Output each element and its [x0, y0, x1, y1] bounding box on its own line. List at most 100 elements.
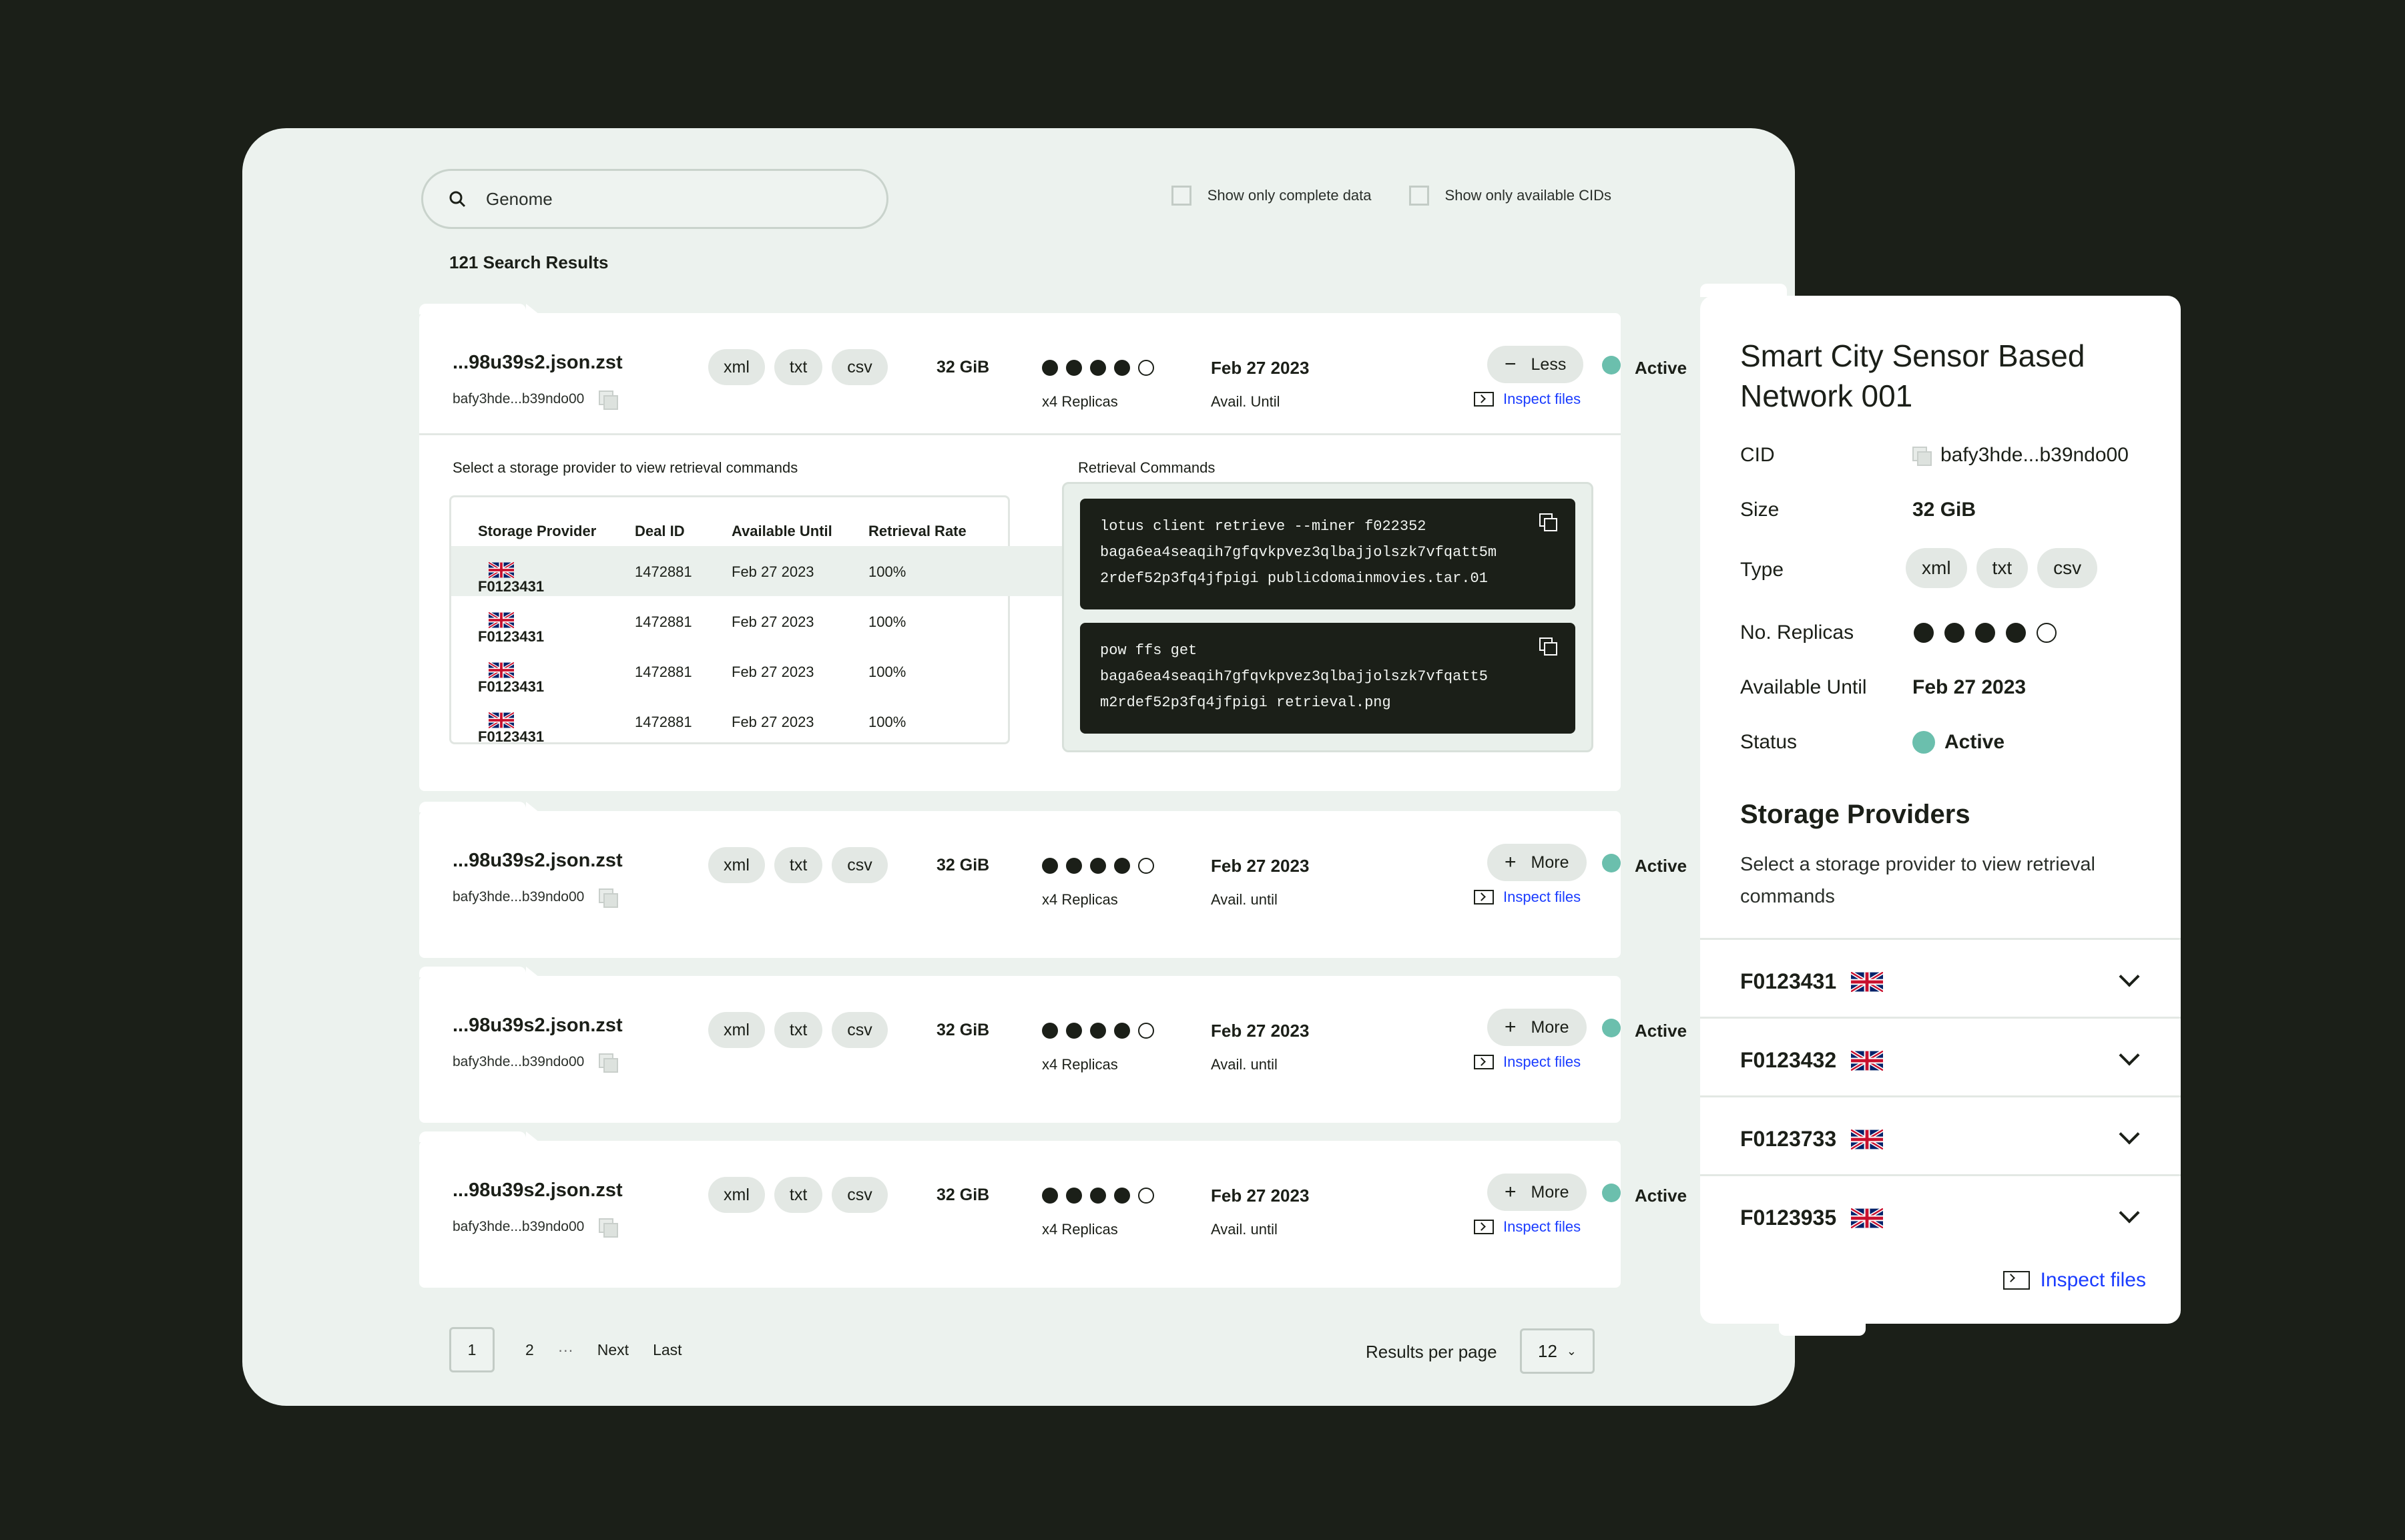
avail-until-label: Avail. until: [1211, 1221, 1278, 1238]
replica-dot: [1042, 858, 1058, 874]
provider-prompt: Select a storage provider to view retrie…: [453, 459, 798, 476]
column-header: Available Until: [732, 523, 832, 539]
more-button[interactable]: + More: [1487, 1174, 1587, 1211]
uk-flag-icon: [1851, 1129, 1883, 1149]
more-button[interactable]: + More: [1487, 844, 1587, 881]
available-date: Feb 27 2023: [1211, 856, 1310, 876]
chevron-down-icon[interactable]: [2119, 1045, 2140, 1066]
provider-row[interactable]: F0123431 1472881 Feb 27 2023 100%: [451, 546, 1065, 596]
deal-id: 1472881: [635, 664, 692, 680]
chevron-down-icon[interactable]: [2119, 966, 2140, 987]
storage-provider-item[interactable]: F0123733: [1700, 1095, 2181, 1174]
copy-icon[interactable]: [1539, 637, 1557, 656]
terminal-icon: [2002, 1271, 2030, 1290]
expanded-details: Select a storage provider to view retrie…: [419, 433, 1621, 791]
file-name: ...98u39s2.json.zst: [453, 850, 623, 871]
retrieval-rate: 100%: [868, 563, 906, 580]
replica-dot: [1138, 360, 1154, 376]
inspect-label: Inspect files: [1503, 391, 1581, 407]
status-text: Active: [1635, 856, 1687, 876]
provider-id: F0123431: [478, 728, 545, 745]
deal-id: 1472881: [635, 714, 692, 730]
panel-inspect-files-link[interactable]: Inspect files: [2002, 1269, 2146, 1292]
command-text: pow ffs get baga6ea4seaqih7gfqvkpvez3qlb…: [1100, 642, 1488, 711]
copy-icon[interactable]: [599, 888, 619, 908]
replica-dot: [1114, 1188, 1130, 1204]
provider-row[interactable]: F0123431 1472881 Feb 27 2023 100%: [451, 696, 1008, 746]
results-per-page-value: 12: [1537, 1340, 1557, 1361]
tag-txt: txt: [774, 349, 823, 385]
tag-csv: csv: [832, 1012, 888, 1048]
tag-xml: xml: [708, 349, 765, 385]
storage-provider-item[interactable]: F0123431: [1700, 938, 2181, 1016]
replica-dot: [1042, 360, 1058, 376]
tag-xml: xml: [708, 847, 765, 883]
uk-flag-icon: [489, 612, 514, 628]
inspect-files-link[interactable]: Inspect files: [1474, 1218, 1581, 1236]
replica-dot: [1138, 858, 1154, 874]
complete-data-checkbox[interactable]: [1171, 186, 1191, 206]
tag-csv: csv: [832, 1177, 888, 1213]
inspect-files-link[interactable]: Inspect files: [1474, 391, 1581, 408]
panel-inspect-label: Inspect files: [2040, 1269, 2146, 1291]
copy-icon[interactable]: [599, 1053, 619, 1073]
provider-row[interactable]: F0123431 1472881 Feb 27 2023 100%: [451, 596, 1008, 646]
next-page-button[interactable]: Next: [597, 1341, 629, 1359]
provider-id: F0123733: [1740, 1127, 1837, 1151]
uk-flag-icon: [1851, 1051, 1883, 1071]
provider-row[interactable]: F0123431 1472881 Feb 27 2023 100%: [451, 646, 1008, 696]
copy-icon[interactable]: [1539, 513, 1557, 531]
replica-dot: [1138, 1188, 1154, 1204]
replicas-label: x4 Replicas: [1042, 393, 1118, 410]
provider-id: F0123431: [1740, 969, 1837, 993]
storage-providers-heading: Storage Providers: [1740, 800, 1970, 829]
retrieval-commands-label: Retrieval Commands: [1078, 459, 1216, 476]
file-name: ...98u39s2.json.zst: [453, 1180, 623, 1201]
inspect-label: Inspect files: [1503, 888, 1581, 905]
storage-provider-item[interactable]: F0123432: [1700, 1017, 2181, 1095]
replicas-label: x4 Replicas: [1042, 1221, 1118, 1238]
replicas-label: x4 Replicas: [1042, 1056, 1118, 1073]
results-per-page-select[interactable]: 12 ⌄: [1520, 1328, 1595, 1374]
plus-icon: +: [1505, 1016, 1517, 1038]
provider-id: F0123431: [478, 628, 545, 645]
minus-icon: −: [1505, 353, 1517, 375]
chevron-down-icon[interactable]: [2119, 1123, 2140, 1145]
cid-value: bafy3hde...b39ndo00: [1940, 444, 2129, 466]
copy-icon[interactable]: [1912, 447, 1932, 466]
inspect-files-link[interactable]: Inspect files: [1474, 888, 1581, 906]
copy-icon[interactable]: [599, 1218, 619, 1238]
tag-xml: xml: [1906, 548, 1967, 588]
uk-flag-icon: [489, 712, 514, 728]
chevron-down-icon[interactable]: [2119, 1202, 2140, 1224]
more-button[interactable]: + More: [1487, 1009, 1587, 1046]
retrieval-rate: 100%: [868, 613, 906, 630]
result-row: ...98u39s2.json.zst bafy3hde...b39ndo00 xm…: [419, 811, 1687, 931]
result-card: ...98u39s2.json.zst bafy3hde...b39ndo00 xm…: [419, 304, 1687, 791]
deal-id: 1472881: [635, 563, 692, 580]
replicas-label: x4 Replicas: [1042, 891, 1118, 908]
last-page-button[interactable]: Last: [653, 1341, 682, 1359]
copy-icon[interactable]: [599, 391, 619, 410]
storage-provider-item[interactable]: F0123935: [1700, 1174, 2181, 1252]
inspect-files-link[interactable]: Inspect files: [1474, 1053, 1581, 1071]
page-2-button[interactable]: 2: [525, 1341, 534, 1359]
replica-dot: [1090, 1188, 1106, 1204]
replica-dots: [1042, 1023, 1162, 1039]
replica-dot: [1090, 1023, 1106, 1039]
available-cids-checkbox[interactable]: [1408, 186, 1429, 206]
retrieval-rate: 100%: [868, 664, 906, 680]
search-input[interactable]: Genome: [421, 169, 888, 229]
provider-id: F0123935: [1740, 1206, 1837, 1230]
status-text: Active: [1635, 1186, 1687, 1206]
size-label: Size: [1740, 499, 1780, 521]
filter-available-cids[interactable]: Show only available CIDs: [1408, 186, 1611, 206]
avail-until-label: Avail. Until: [1211, 393, 1280, 410]
page-1-button[interactable]: 1: [449, 1327, 495, 1372]
replica-dot: [1066, 858, 1082, 874]
available-date: Feb 27 2023: [1211, 1021, 1310, 1041]
filter-complete-data[interactable]: Show only complete data: [1171, 186, 1372, 206]
less-button[interactable]: − Less: [1487, 346, 1584, 383]
status-value: Active: [1944, 731, 2005, 753]
tag-txt: txt: [774, 1012, 823, 1048]
